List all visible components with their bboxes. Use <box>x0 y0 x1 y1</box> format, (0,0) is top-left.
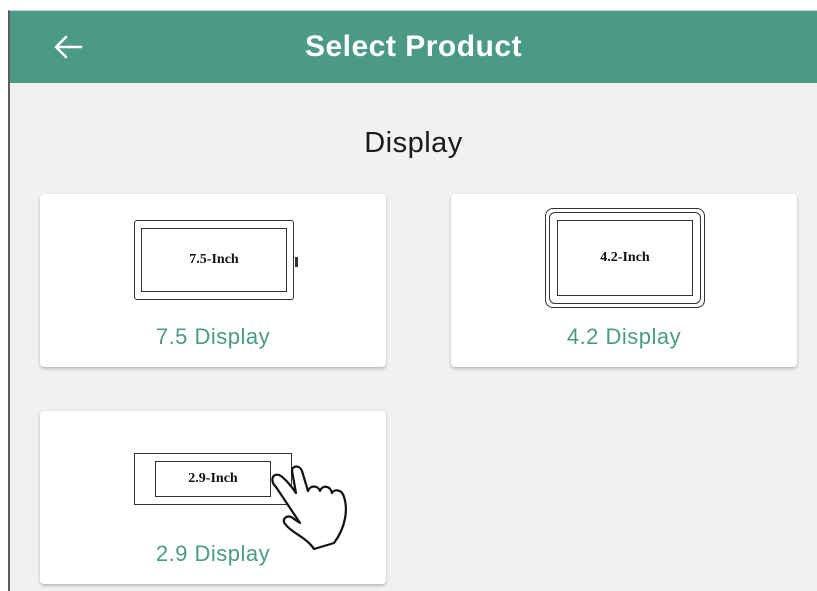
device-screen: 2.9-Inch <box>155 461 271 497</box>
product-name: 4.2 Display <box>566 324 682 349</box>
device-size-label: 7.5-Inch <box>189 252 239 267</box>
device-screen: 4.2-Inch <box>557 220 693 296</box>
product-name: 7.5 Display <box>155 324 271 349</box>
product-card-2-9-display[interactable]: 2.9-Inch 2.9 Display <box>40 411 386 584</box>
product-card-7-5-display[interactable]: 7.5-Inch 7.5 Display <box>40 194 386 367</box>
page-title: Select Product <box>304 30 523 63</box>
app-bar: Select Product <box>10 11 817 83</box>
pointing-hand-icon <box>271 465 347 551</box>
device-thumbnail-4-2: 4.2-Inch <box>545 208 705 308</box>
device-side-button <box>295 257 298 267</box>
product-card-4-2-display[interactable]: 4.2-Inch 4.2 Display <box>451 194 797 367</box>
device-size-label: 2.9-Inch <box>188 471 238 486</box>
device-size-label: 4.2-Inch <box>600 250 650 265</box>
product-name: 2.9 Display <box>155 541 271 566</box>
device-screen: 7.5-Inch <box>141 228 287 292</box>
section-title: Display <box>364 127 463 159</box>
app-screen: Select Product Display 7.5-Inch 7.5 Disp… <box>8 10 817 591</box>
device-thumbnail-7-5: 7.5-Inch <box>134 220 298 300</box>
